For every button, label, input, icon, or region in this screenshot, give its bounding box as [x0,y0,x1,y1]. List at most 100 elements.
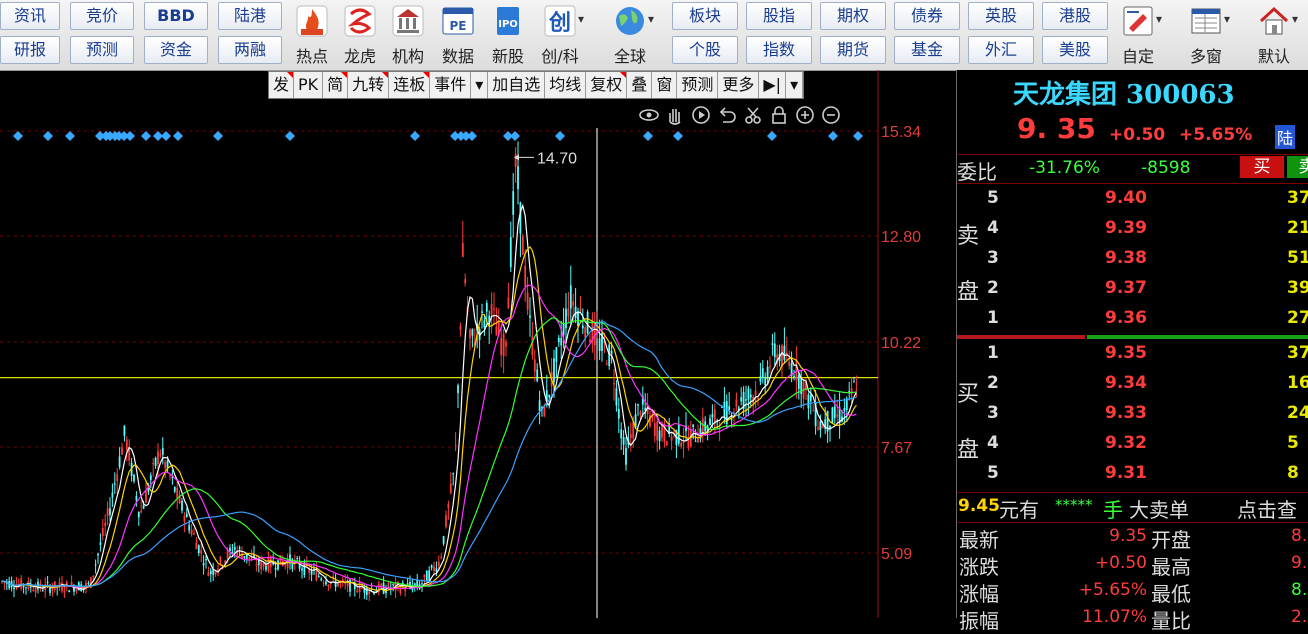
event-diamond[interactable] [65,131,75,141]
event-diamond[interactable] [767,131,777,141]
toolbar-icon-button-3[interactable]: PE 数据 [436,2,480,68]
toolbar-button-13[interactable]: 期货 [820,36,886,64]
toolbar-button-12[interactable]: 期权 [820,2,886,30]
undo-icon[interactable] [716,104,738,126]
event-markers[interactable] [13,131,863,141]
toolbar-button-9[interactable]: 个股 [672,36,738,64]
toolbar-button-10[interactable]: 股指 [746,2,812,30]
event-diamond[interactable] [285,131,295,141]
toolbar-button-16[interactable]: 英股 [968,2,1034,30]
ask-price: 9.37 [1105,278,1147,298]
candle-body [310,571,313,575]
candle-body [584,327,587,338]
toolbar-icon-button-8[interactable]: 多窗 ▾ [1184,2,1230,68]
toolbar-button-7[interactable]: 两融 [218,36,282,64]
lock-icon[interactable] [768,104,790,126]
chart-tool-14[interactable]: ▶| [759,72,787,98]
candle-body [757,398,759,400]
chart-tool-15[interactable]: ▾ [786,72,804,98]
toolbar-icon-button-2[interactable]: 机构 [386,2,430,68]
chart-tool-10[interactable]: 叠 [627,72,653,98]
event-diamond[interactable] [410,131,420,141]
eye-icon[interactable] [638,104,660,126]
chevron-down-icon[interactable]: ▾ [648,12,654,26]
toolbar-button-1[interactable]: 研报 [0,36,60,64]
kline-chart-svg[interactable]: 15.34 12.80 10.22 7.67 5.09 14.70 [0,70,955,618]
toolbar-button-3[interactable]: 预测 [70,36,134,64]
toolbar-icon-button-5[interactable]: 创创/科 ▾ [538,2,584,68]
chevron-down-icon[interactable]: ▾ [1292,12,1298,26]
toolbar-icon-button-6[interactable]: 全球 ▾ [608,2,654,68]
chevron-down-icon[interactable]: ▾ [1156,12,1162,26]
chart-tool-7[interactable]: 加自选 [488,72,546,98]
toolbar-button-15[interactable]: 基金 [894,36,960,64]
toolbar-button-11[interactable]: 指数 [746,36,812,64]
candle-body [437,561,440,566]
candle-body [457,385,459,394]
buy-button[interactable]: 买 [1240,156,1284,178]
event-diamond[interactable] [673,131,683,141]
chevron-down-icon[interactable]: ▾ [578,12,584,26]
toolbar-icon-button-7[interactable]: 自定 ▾ [1116,2,1162,68]
event-diamond[interactable] [467,131,477,141]
event-diamond[interactable] [43,131,53,141]
ask-level: 3 [987,248,999,268]
chart-tool-0[interactable]: 发 [269,72,295,98]
toolbar-button-4[interactable]: BBD [144,2,208,30]
event-diamond[interactable] [643,131,653,141]
toolbar-icon-button-1[interactable]: 龙虎 [338,2,382,68]
toolbar-button-17[interactable]: 外汇 [968,36,1034,64]
chart-tool-11[interactable]: 窗 [652,72,678,98]
chart-tool-6[interactable]: ▾ [471,72,489,98]
event-diamond[interactable] [213,131,223,141]
toolbar-button-0[interactable]: 资讯 [0,2,60,30]
sell-button[interactable]: 卖 [1287,156,1308,178]
toolbar-button-5[interactable]: 资金 [144,36,208,64]
chevron-down-icon[interactable]: ▾ [1224,12,1230,26]
scissors-icon[interactable] [742,104,764,126]
event-diamond[interactable] [125,131,135,141]
kline-chart[interactable]: 15.34 12.80 10.22 7.67 5.09 14.70 [0,70,955,618]
event-diamond[interactable] [853,131,863,141]
toolbar-button-18[interactable]: 港股 [1042,2,1108,30]
ask-volume: 51 [1287,248,1308,268]
chart-tool-4[interactable]: 连板 [389,72,431,98]
event-diamond[interactable] [173,131,183,141]
big-order-link[interactable]: 点击查 [1237,494,1297,523]
chart-tool-2[interactable]: 简 [323,72,349,98]
event-diamond[interactable] [161,131,171,141]
bid-level: 1 [987,343,999,363]
chart-tool-3[interactable]: 九转 [348,72,390,98]
chart-tool-9[interactable]: 复权 [586,72,628,98]
toolbar-button-19[interactable]: 美股 [1042,36,1108,64]
toolbar-icon-button-4[interactable]: IPO 新股 [486,2,530,68]
event-diamond[interactable] [13,131,23,141]
chart-tool-5[interactable]: 事件 [430,72,472,98]
candle-body [817,427,819,429]
chart-tool-12[interactable]: 预测 [677,72,719,98]
zoom-out-icon[interactable] [820,104,842,126]
candle-body [135,496,138,501]
event-diamond[interactable] [510,131,520,141]
zoom-in-icon[interactable] [794,104,816,126]
candle-body [514,154,517,167]
toolbar-button-2[interactable]: 竞价 [70,2,134,30]
toolbar-icon-button-9[interactable]: 默认 ▾ [1252,2,1298,68]
event-diamond[interactable] [141,131,151,141]
chart-toolbar: 发 PK 简九转 连板 事件 ▾ 加自选 均线 复权叠窗预测 更多 ▶| ▾ [268,71,805,99]
toolbar-button-14[interactable]: 债券 [894,2,960,30]
divider [957,522,1308,523]
toolbar-icon-button-0[interactable]: 热点 [290,2,334,68]
candle-body [159,453,162,456]
chart-tool-13[interactable]: 更多 [718,72,760,98]
toolbar-button-8[interactable]: 板块 [672,2,738,30]
candle-body [195,541,198,550]
hand-icon[interactable] [664,104,686,126]
play-circle-icon[interactable] [690,104,712,126]
candle-body [629,434,632,439]
chart-tool-8[interactable]: 均线 [545,72,587,98]
event-diamond[interactable] [828,131,838,141]
event-diamond[interactable] [555,131,565,141]
toolbar-button-6[interactable]: 陆港 [218,2,282,30]
chart-tool-1[interactable]: PK [294,72,324,98]
